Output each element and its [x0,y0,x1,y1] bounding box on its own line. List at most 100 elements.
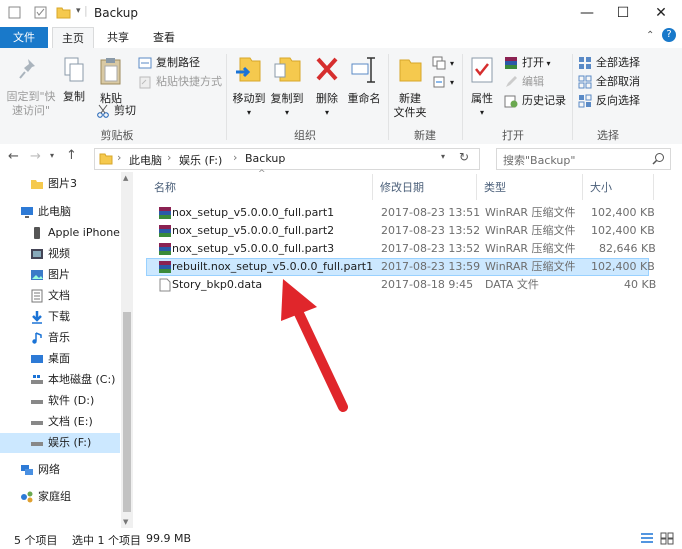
column-header-type[interactable]: 类型 [484,178,506,198]
folder-icon [99,153,113,165]
new-item-button[interactable]: ▾ [432,54,454,72]
cut-button[interactable]: 剪切 [96,102,136,120]
music-icon [32,332,42,344]
nav-item-drive-e[interactable]: 文档 (E:) [0,412,120,432]
large-icons-view-icon[interactable] [660,532,674,545]
history-button[interactable]: 历史记录 [504,92,566,110]
nav-item-desktop[interactable]: 桌面 [0,349,120,369]
pin-icon [19,59,35,79]
open-group-label: 打开 [502,129,524,142]
scroll-up-icon[interactable]: ▲ [123,174,128,182]
scroll-down-icon[interactable]: ▼ [123,518,128,526]
rename-button[interactable]: 重命名 [346,54,382,106]
minimize-button[interactable]: — [570,0,604,27]
new-folder-button[interactable]: 新建 文件夹 [392,54,428,120]
pin-quick-access-button[interactable]: 固定到"快 速访问" [4,56,58,118]
tab-share[interactable]: 共享 [98,27,138,48]
copy-button[interactable]: 复制 [60,56,88,104]
move-to-button[interactable]: 移动到 ▾ [230,54,268,120]
easy-access-button[interactable]: ▾ [432,73,454,91]
annotation-arrow [281,279,348,412]
maximize-button[interactable]: ☐ [606,0,640,27]
column-header-size[interactable]: 大小 [590,178,612,198]
winrar-icon [505,57,517,69]
move-to-icon [236,57,261,82]
paste-button[interactable]: 粘贴 [94,56,128,106]
file-size: 40 KB [624,278,657,291]
nav-item-drive-f[interactable]: 娱乐 (F:) [0,433,120,453]
select-all-button[interactable]: 全部选择 [578,54,640,72]
up-icon[interactable]: ↑ [66,148,77,163]
winrar-icon [159,243,171,255]
copy-to-button[interactable]: 复制到 ▾ [268,54,306,120]
nav-scrollbar-thumb[interactable] [123,312,131,512]
item-count: 5 个项目 [14,534,58,547]
paste-shortcut-button[interactable]: 粘贴快捷方式 [138,73,222,91]
nav-item-network[interactable]: 网络 [0,460,120,480]
file-name: Story_bkp0.data [172,278,263,291]
nav-item-pictures[interactable]: 图片 [0,265,120,285]
nav-item-music[interactable]: 音乐 [0,328,120,348]
new-folder-quick-icon[interactable] [56,6,71,19]
nav-item-documents[interactable]: 文档 [0,286,120,306]
search-box[interactable]: 搜索"Backup" [496,148,671,170]
file-row[interactable]: Story_bkp0.data 2017-08-18 9:45 DATA 文件 … [146,276,656,294]
breadcrumb-drive-f[interactable]: 娱乐 (F:) [179,152,222,168]
file-row[interactable]: nox_setup_v5.0.0.0_full.part1 2017-08-23… [146,204,655,222]
properties-icon [471,57,493,83]
move-to-dropdown-icon: ▾ [246,108,251,117]
invert-selection-button[interactable]: 反向选择 [578,92,640,110]
file-date: 2017-08-23 13:51 [381,206,481,219]
back-icon[interactable]: ← [8,149,19,164]
nav-item-drive-c[interactable]: 本地磁盘 (C:) [0,370,120,390]
properties-quick-icon[interactable] [34,6,47,19]
phone-icon [34,227,40,239]
edit-button[interactable]: 编辑 [504,73,544,91]
column-divider [372,174,373,200]
scissors-icon [97,104,109,118]
winrar-icon [159,225,171,237]
recent-locations-icon[interactable]: ▾ [50,151,54,160]
nav-item-this-pc[interactable]: 此电脑 [0,202,120,222]
copy-path-button[interactable]: 复制路径 [138,54,200,72]
forward-icon[interactable]: → [30,149,41,164]
close-button[interactable]: ✕ [644,0,678,27]
nav-item-videos[interactable]: 视频 [0,244,120,264]
folder-icon [31,180,43,189]
refresh-icon[interactable]: ↻ [459,150,469,164]
drive-icon [31,400,43,404]
file-row-selected[interactable]: rebuilt.nox_setup_v5.0.0.0_full.part1 20… [146,258,655,276]
select-none-button[interactable]: 全部取消 [578,73,640,91]
search-icon[interactable] [652,152,665,165]
column-header-date[interactable]: 修改日期 [380,178,424,198]
file-name: nox_setup_v5.0.0.0_full.part3 [172,242,335,255]
tab-view[interactable]: 查看 [144,27,184,48]
breadcrumb-this-pc[interactable]: 此电脑 [129,152,162,168]
nav-item-pictures3[interactable]: 图片3 [0,174,120,194]
tab-file[interactable]: 文件 [0,27,48,48]
nav-item-drive-d[interactable]: 软件 (D:) [0,391,120,411]
documents-icon [31,289,43,303]
search-placeholder: 搜索"Backup" [503,154,576,167]
open-button[interactable]: 打开 ▾ [504,54,551,72]
ribbon: 固定到"快 速访问" 复制 粘贴 复制路径 粘贴快捷方式 剪切 剪贴板 移动到 … [0,48,682,145]
delete-button[interactable]: 删除 ▾ [310,54,344,120]
properties-button[interactable]: 属性 ▾ [466,54,498,120]
tab-home[interactable]: 主页 [52,27,94,50]
help-icon[interactable]: ? [662,28,676,42]
nav-item-homegroup[interactable]: 家庭组 [0,487,120,507]
column-header-name[interactable]: 名称 [154,178,176,198]
address-bar[interactable]: › 此电脑 › 娱乐 (F:) › Backup ▾ ↻ [94,148,480,170]
collapse-ribbon-icon[interactable]: ⌃ [646,30,654,41]
title-bar: ▾ | Backup — ☐ ✕ [0,0,682,27]
file-type: WinRAR 压缩文件 [485,224,576,237]
file-row[interactable]: nox_setup_v5.0.0.0_full.part3 2017-08-23… [146,240,656,258]
file-row[interactable]: nox_setup_v5.0.0.0_full.part2 2017-08-23… [146,222,655,240]
nav-item-downloads[interactable]: 下载 [0,307,120,327]
breadcrumb-backup[interactable]: Backup [245,152,285,165]
computer-icon [21,207,33,218]
network-icon [21,465,33,475]
nav-item-apple-iphone[interactable]: Apple iPhone [0,223,120,243]
address-dropdown-icon[interactable]: ▾ [441,152,445,161]
details-view-icon[interactable] [640,532,654,545]
